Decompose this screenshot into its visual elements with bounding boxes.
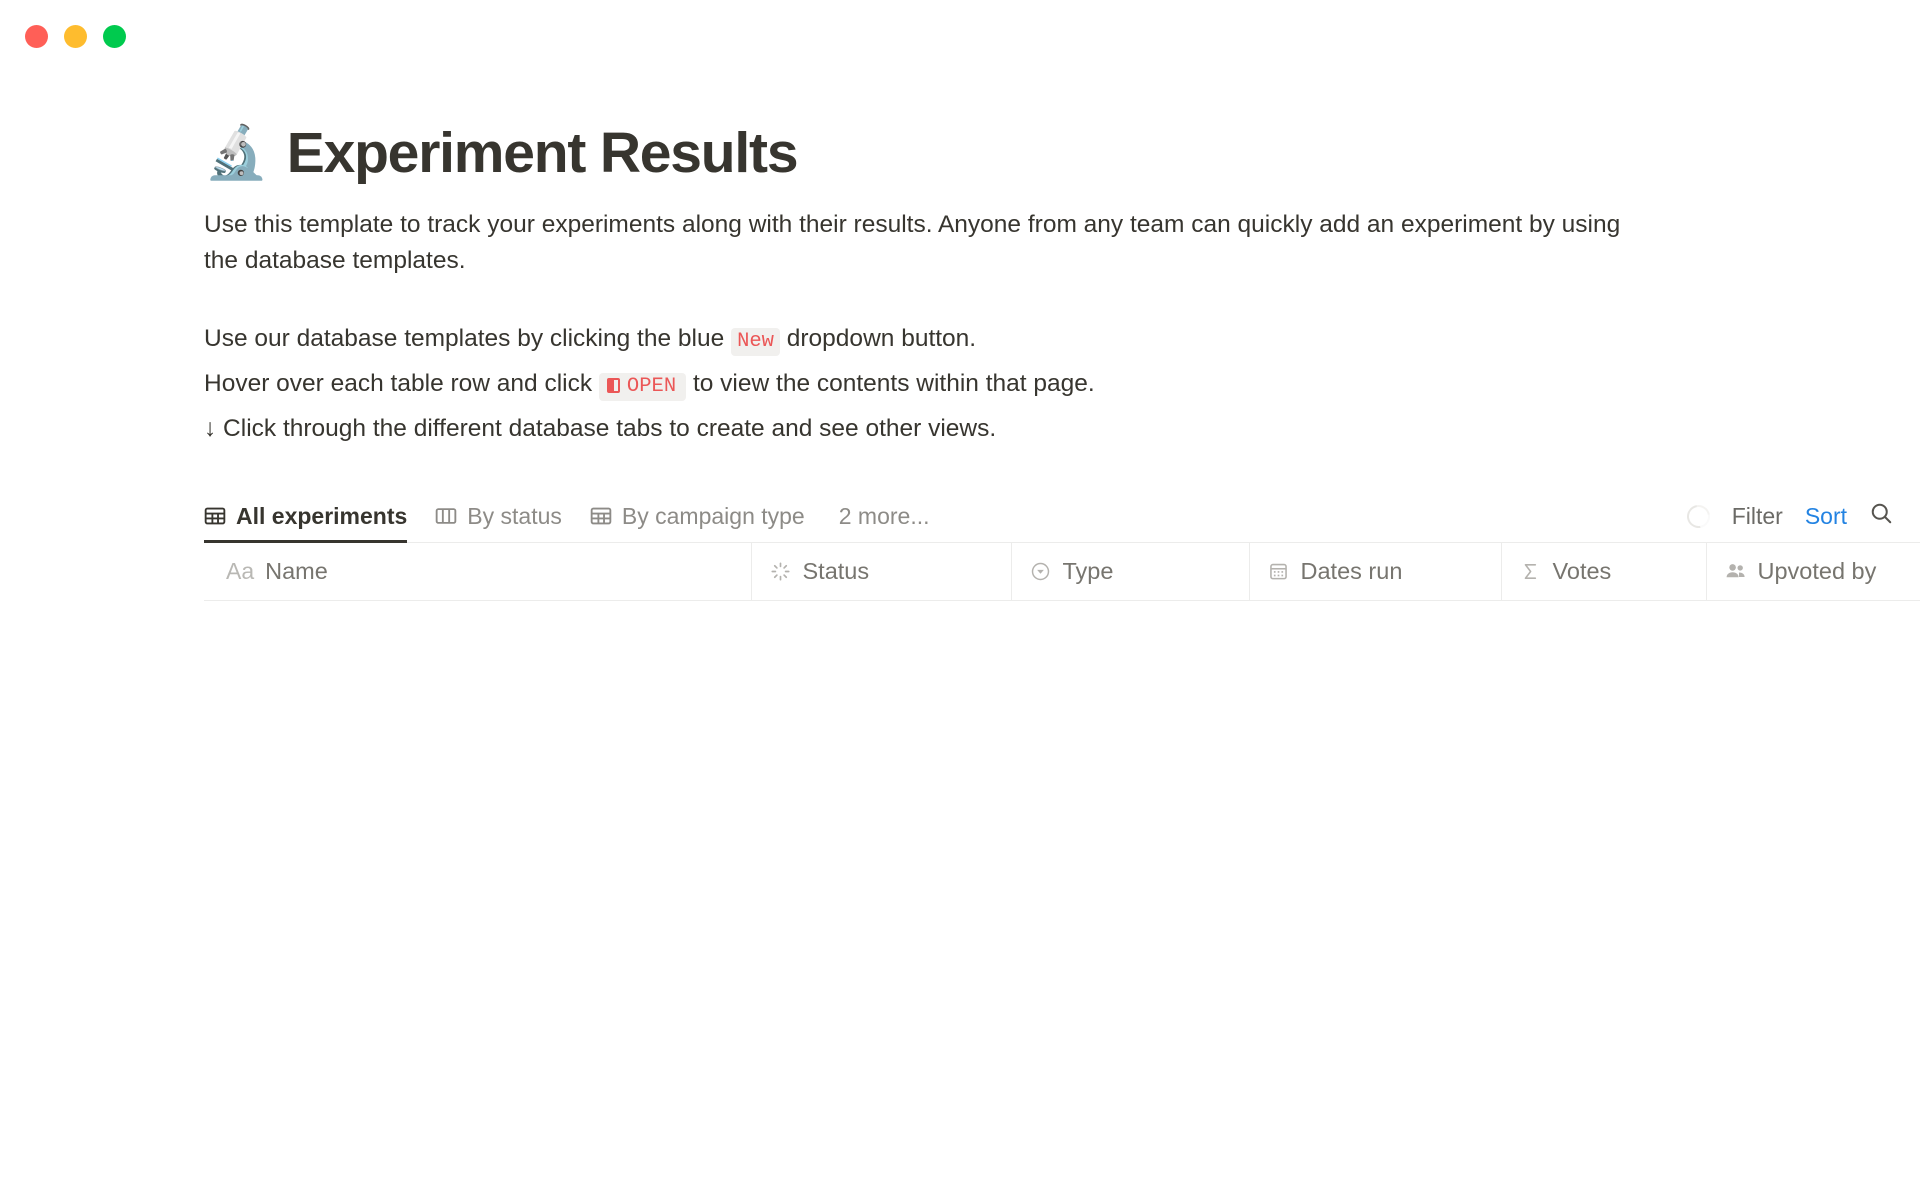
column-label: Name	[265, 557, 328, 584]
column-label: Status	[802, 557, 870, 584]
page-title: Experiment Results	[286, 121, 799, 185]
column-header-type[interactable]: Type	[1011, 542, 1250, 602]
database-block: All experiments By status By campaign ty…	[204, 495, 1920, 602]
view-tab-list: All experiments By status By campaign ty…	[204, 502, 1687, 543]
sigma-icon	[1520, 561, 1542, 582]
tab-by-campaign-type[interactable]: By campaign type	[576, 503, 819, 542]
open-page-icon	[606, 377, 620, 393]
instruction-line-new: Use our database templates by clicking t…	[204, 321, 1634, 357]
column-header-status[interactable]: Status	[751, 542, 1012, 602]
instructions-block: Use our database templates by clicking t…	[204, 321, 1634, 447]
tab-all-experiments[interactable]: All experiments	[204, 502, 421, 543]
select-chevron-icon	[1030, 561, 1052, 582]
column-header-name[interactable]: Aa Name	[204, 542, 752, 602]
database-view-tabs: All experiments By status By campaign ty…	[204, 495, 1920, 543]
instruction-text-before: Use our database templates by clicking t…	[204, 324, 732, 352]
column-label: Upvoted by	[1757, 557, 1877, 584]
column-header-votes[interactable]: Votes	[1501, 542, 1707, 602]
text-aa-icon: Aa	[226, 557, 255, 584]
board-icon	[435, 505, 457, 527]
page-content: 🔬 Experiment Results Use this template t…	[0, 122, 1920, 602]
tab-by-status[interactable]: By status	[421, 503, 576, 542]
experiments-table: Aa Name Status Type Dates run Votes Upvo…	[204, 542, 1920, 602]
table-icon	[590, 505, 612, 527]
table-header-row: Aa Name Status Type Dates run Votes Upvo…	[204, 542, 1920, 602]
close-window-button[interactable]	[25, 24, 48, 48]
column-label: Votes	[1552, 557, 1612, 584]
open-code-label: OPEN	[626, 374, 677, 398]
table-icon	[204, 505, 226, 527]
microscope-icon[interactable]: 🔬	[204, 127, 269, 179]
spinner-icon	[1682, 500, 1715, 533]
people-icon	[1725, 560, 1747, 582]
instruction-line-tabs: ↓ Click through the different database t…	[204, 414, 997, 442]
filter-button[interactable]: Filter	[1732, 503, 1783, 530]
search-icon[interactable]	[1869, 501, 1894, 532]
column-header-upvoted-by[interactable]: Upvoted by	[1706, 542, 1920, 602]
tab-label: All experiments	[236, 502, 408, 529]
tab-label: By status	[467, 502, 562, 529]
instruction-line-open: Hover over each table row and click OPEN…	[204, 366, 1634, 402]
maximize-window-button[interactable]	[103, 24, 126, 48]
minimize-window-button[interactable]	[64, 24, 87, 48]
tab-label: By campaign type	[621, 502, 805, 529]
instruction-text-after: dropdown button.	[779, 324, 977, 352]
new-code-badge: New	[731, 327, 780, 356]
column-header-dates-run[interactable]: Dates run	[1249, 542, 1502, 602]
more-views-button[interactable]: 2 more...	[819, 503, 944, 542]
instruction-text-before: Hover over each table row and click	[204, 369, 599, 397]
window-title-bar	[0, 0, 1920, 72]
intro-paragraph: Use this template to track your experime…	[204, 210, 1621, 274]
page-header: 🔬 Experiment Results	[204, 122, 1920, 185]
sort-button[interactable]: Sort	[1805, 503, 1847, 530]
open-code-badge: OPEN	[598, 372, 687, 401]
status-spinner-icon	[770, 561, 792, 582]
column-label: Dates run	[1300, 557, 1403, 584]
calendar-icon	[1268, 561, 1290, 582]
instruction-text-after: to view the contents within that page.	[686, 369, 1095, 397]
column-label: Type	[1062, 557, 1114, 584]
database-toolbar: Filter Sort	[1682, 500, 1894, 542]
